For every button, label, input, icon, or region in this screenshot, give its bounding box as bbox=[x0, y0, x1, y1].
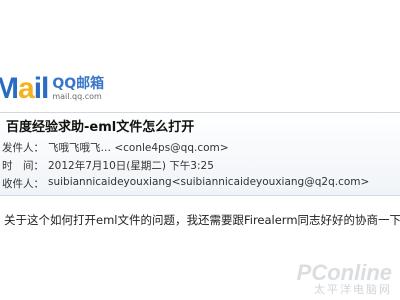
recipient-label: 收件人： bbox=[2, 178, 44, 190]
time-row: 时 间： 2012年7月10日(星期二) 下午3:25 bbox=[2, 158, 214, 173]
logo-title: QQ邮箱 bbox=[52, 76, 105, 92]
time-value: 2012年7月10日(星期二) 下午3:25 bbox=[48, 160, 214, 172]
sender-label: 发件人： bbox=[2, 142, 44, 154]
sender-row: 发件人： 飞哦飞哦飞… <conle4ps@qq.com> bbox=[2, 140, 229, 155]
recipient-value[interactable]: suibiannicaideyouxiang<suibiannicaideyou… bbox=[48, 176, 369, 191]
watermark-main: PConline bbox=[296, 260, 392, 285]
qq-mail-logo: Mail QQ邮箱 mail.qq.com bbox=[0, 72, 150, 106]
mail-logo-icon: Mail bbox=[0, 72, 49, 105]
sender-value[interactable]: 飞哦飞哦飞… <conle4ps@qq.com> bbox=[48, 140, 229, 155]
pconline-watermark: PConline 太平洋电脑网 bbox=[296, 260, 392, 296]
time-label: 时 间： bbox=[2, 160, 44, 172]
logo-url: mail.qq.com bbox=[52, 92, 102, 101]
watermark-sub: 太平洋电脑网 bbox=[314, 283, 392, 296]
email-subject: 百度经验求助-eml文件怎么打开 bbox=[6, 120, 195, 135]
recipient-row: 收件人： suibiannicaideyouxiang<suibiannicai… bbox=[2, 176, 369, 191]
email-body: 关于这个如何打开eml文件的问题，我还需要跟Firealerm同志好好的协商一下… bbox=[4, 213, 400, 227]
